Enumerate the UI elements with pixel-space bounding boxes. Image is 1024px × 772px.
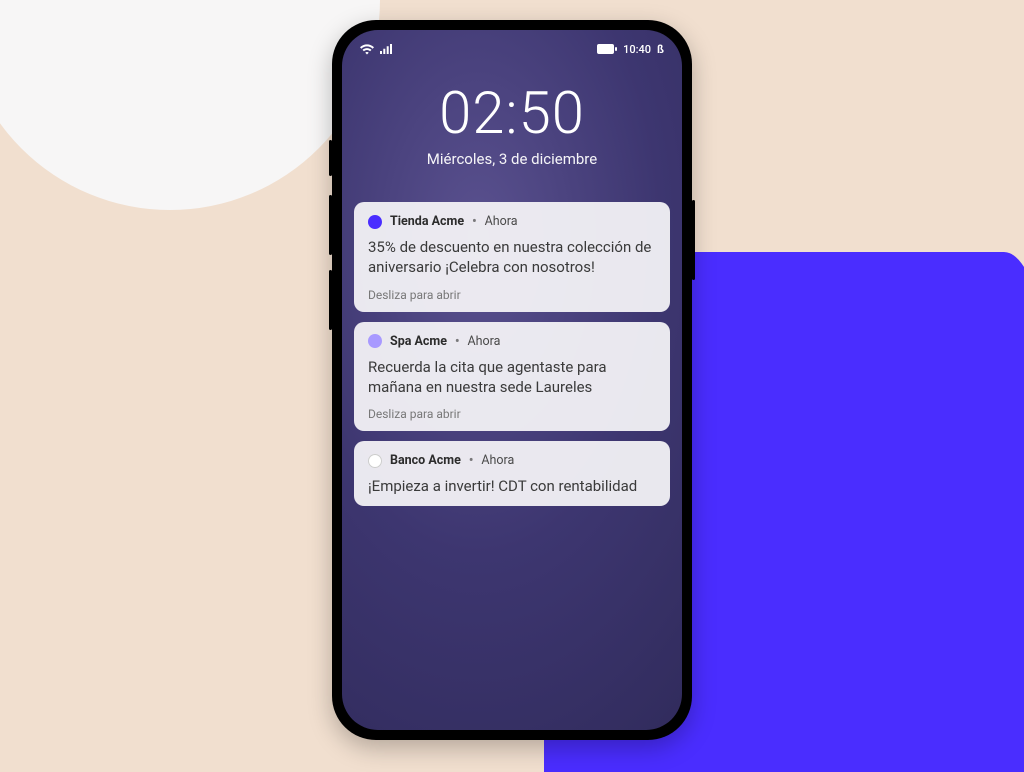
wifi-icon [360,44,374,55]
app-icon [368,454,382,468]
status-bar: 10:40 ß [342,30,682,58]
lock-clock: 02:50 [342,80,682,148]
phone-side-button [329,140,332,176]
bg-blob-white [0,0,380,210]
separator-dot: • [472,214,477,229]
notification-time: Ahora [481,453,514,468]
notification-app-name: Banco Acme [390,453,461,468]
phone-side-button [329,270,332,330]
status-time: 10:40 [623,43,651,56]
lock-date: Miércoles, 3 de diciembre [342,150,682,168]
notification-body: 35% de descuento en nuestra colección de… [368,237,656,278]
app-icon [368,215,382,229]
notification-time: Ahora [468,334,501,349]
notification-app-name: Tienda Acme [390,214,464,229]
notification-time: Ahora [485,214,518,229]
phone-side-button [692,200,695,280]
notification-card[interactable]: Banco Acme • Ahora ¡Empieza a invertir! … [354,441,670,506]
phone-side-button [329,195,332,255]
app-icon [368,334,382,348]
beta-badge: ß [657,43,664,56]
separator-dot: • [469,453,474,468]
notification-hint: Desliza para abrir [368,288,656,302]
notification-body: ¡Empieza a invertir! CDT con rentabilida… [368,476,656,496]
notification-card[interactable]: Spa Acme • Ahora Recuerda la cita que ag… [354,322,670,432]
notification-hint: Desliza para abrir [368,407,656,421]
notification-list: Tienda Acme • Ahora 35% de descuento en … [342,202,682,506]
notification-body: Recuerda la cita que agentaste para maña… [368,357,656,398]
signal-icon [380,44,392,54]
phone-screen: 10:40 ß 02:50 Miércoles, 3 de diciembre … [342,30,682,730]
battery-icon [597,44,617,54]
phone-frame: 10:40 ß 02:50 Miércoles, 3 de diciembre … [332,20,692,740]
notification-app-name: Spa Acme [390,334,447,349]
separator-dot: • [455,334,460,349]
notification-card[interactable]: Tienda Acme • Ahora 35% de descuento en … [354,202,670,312]
